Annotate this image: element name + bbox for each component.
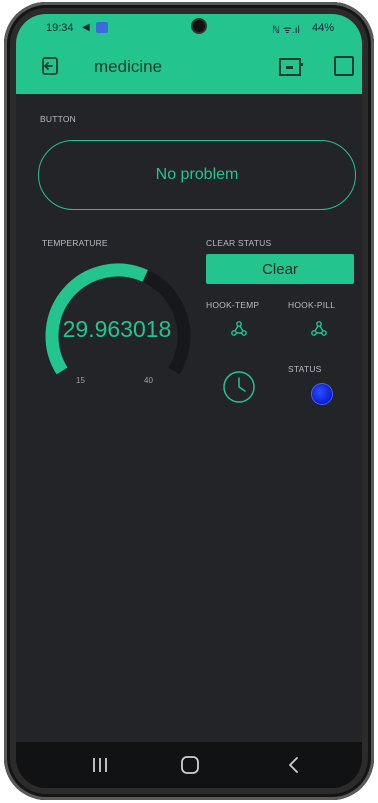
webhook-icon — [231, 321, 247, 336]
clock-icon — [223, 371, 255, 403]
clear-status-label: CLEAR STATUS — [206, 238, 272, 248]
send-icon: ◀ — [82, 22, 90, 33]
recent-apps-icon[interactable] — [86, 754, 114, 776]
back-icon[interactable] — [280, 754, 308, 776]
temperature-max: 40 — [144, 376, 153, 385]
clear-button-text: Clear — [262, 260, 298, 278]
no-problem-button[interactable]: No problem — [38, 140, 356, 210]
system-nav-bar — [16, 742, 362, 788]
hook-pill-label: HOOK-PILL — [288, 300, 336, 310]
screen: 19:34 ◀ ℕ ᯤ.ıl 44% medicine BUTTON No pr… — [16, 14, 362, 788]
hook-temp-label: HOOK-TEMP — [206, 300, 260, 310]
clear-button[interactable]: Clear — [206, 254, 354, 284]
temperature-label: TEMPERATURE — [42, 238, 108, 248]
status-time: 19:34 — [46, 22, 74, 34]
widget-box-button[interactable] — [334, 56, 354, 76]
temperature-value: 29.963018 — [62, 316, 172, 342]
front-camera — [193, 20, 205, 32]
exit-icon[interactable] — [40, 56, 60, 76]
battery-level: 44% — [312, 22, 335, 34]
status-label: STATUS — [288, 364, 322, 374]
no-problem-button-text: No problem — [155, 166, 239, 183]
app-notification-icon — [96, 22, 108, 33]
app-title: medicine — [94, 57, 163, 76]
status-bar: 19:34 ◀ ℕ ᯤ.ıl 44% — [16, 14, 362, 40]
device-icon[interactable] — [278, 56, 304, 78]
home-icon[interactable] — [176, 754, 204, 776]
webhook-icon — [311, 321, 327, 336]
app-bar: medicine — [16, 40, 362, 94]
status-led — [312, 384, 332, 404]
button-widget-label: BUTTON — [40, 114, 76, 124]
temperature-min: 15 — [76, 376, 85, 385]
signal-icon: ℕ ᯤ.ıl — [272, 25, 300, 36]
